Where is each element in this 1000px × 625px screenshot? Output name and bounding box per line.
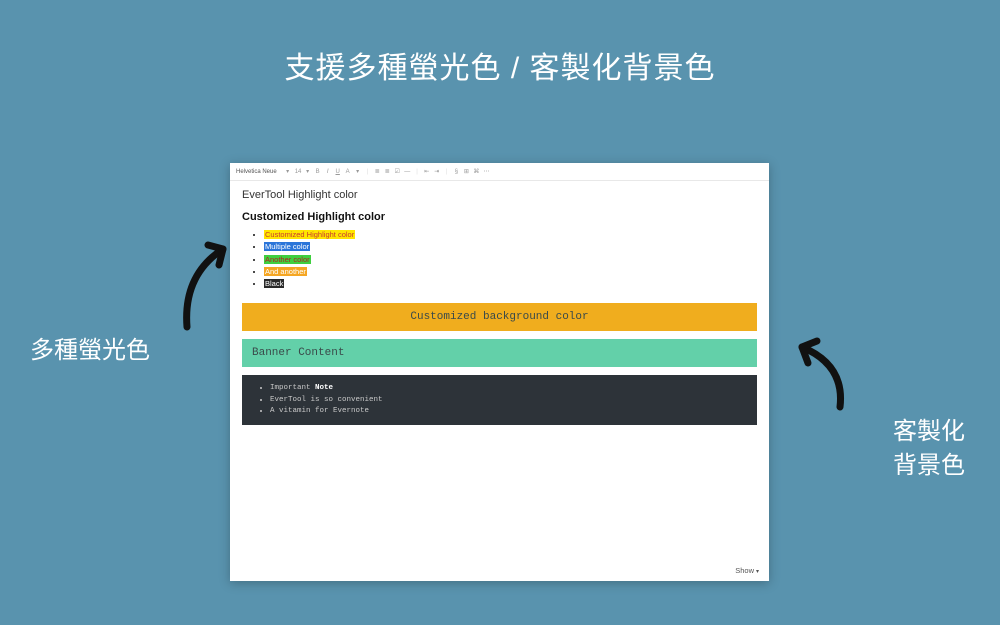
list-item: And another bbox=[264, 266, 757, 277]
numbered-list-icon[interactable]: ≣ bbox=[384, 163, 390, 181]
list-item: Customized Highlight color bbox=[264, 229, 757, 240]
document-title[interactable]: EverTool Highlight color bbox=[242, 189, 757, 201]
list-item: Black bbox=[264, 278, 757, 289]
highlight-list: Customized Highlight color Multiple color… bbox=[242, 229, 757, 289]
more-icon[interactable]: ⋯ bbox=[483, 163, 489, 181]
outdent-icon[interactable]: ⇤ bbox=[424, 163, 430, 181]
list-item: EverTool is so convenient bbox=[270, 395, 747, 406]
list-item: Another color bbox=[264, 254, 757, 265]
font-selector[interactable]: Helvetica Neue bbox=[236, 163, 277, 181]
arrow-left-icon bbox=[175, 235, 235, 335]
chevron-down-icon: ▾ bbox=[756, 569, 759, 575]
show-label: Show bbox=[735, 566, 754, 575]
headline: 支援多種螢光色 / 客製化背景色 bbox=[0, 43, 1000, 87]
checklist-icon[interactable]: ☑ bbox=[394, 163, 400, 181]
underline-icon[interactable]: U bbox=[335, 163, 341, 181]
callout-right-line2: 背景色 bbox=[893, 452, 965, 479]
list-item: Multiple color bbox=[264, 241, 757, 252]
editor-content: EverTool Highlight color Customized High… bbox=[230, 181, 769, 433]
dropdown-icon[interactable]: ▾ bbox=[285, 163, 291, 181]
dropdown-icon[interactable]: ▾ bbox=[305, 163, 311, 181]
highlighted-text: Multiple color bbox=[264, 242, 310, 251]
section-heading: Customized Highlight color bbox=[242, 211, 757, 223]
bold-icon[interactable]: B bbox=[315, 163, 321, 181]
callout-left: 多種螢光色 bbox=[30, 330, 150, 365]
callout-right-line1: 客製化 bbox=[893, 418, 965, 445]
indent-icon[interactable]: ⇥ bbox=[434, 163, 440, 181]
list-item: A vitamin for Evernote bbox=[270, 406, 747, 417]
italic-icon[interactable]: I bbox=[325, 163, 331, 181]
list-item: Important Note bbox=[270, 383, 747, 394]
highlighted-text: Another color bbox=[264, 255, 311, 264]
highlighted-text: And another bbox=[264, 267, 307, 276]
highlight-icon[interactable]: ▾ bbox=[355, 163, 361, 181]
highlighted-text: Customized Highlight color bbox=[264, 230, 355, 239]
table-icon[interactable]: ⊞ bbox=[463, 163, 469, 181]
color-icon[interactable]: A bbox=[345, 163, 351, 181]
highlighted-text: Black bbox=[264, 279, 284, 288]
arrow-right-icon bbox=[790, 335, 850, 415]
banner-customized-bg: Customized background color bbox=[242, 303, 757, 331]
dark-note-list: Important NoteEverTool is so convenientA… bbox=[242, 375, 757, 425]
hr-icon[interactable]: — bbox=[404, 163, 410, 181]
link-icon[interactable]: ⌘ bbox=[473, 163, 479, 181]
callout-right: 客製化 背景色 bbox=[893, 415, 965, 482]
show-toggle[interactable]: Show▾ bbox=[735, 566, 759, 575]
banner-content: Banner Content bbox=[242, 339, 757, 367]
attachment-icon[interactable]: § bbox=[453, 163, 459, 181]
editor-window: Helvetica Neue ▾ 14 ▾ B I U A ▾ | ≣ ≣ ☑ … bbox=[230, 163, 769, 581]
editor-toolbar: Helvetica Neue ▾ 14 ▾ B I U A ▾ | ≣ ≣ ☑ … bbox=[230, 163, 769, 181]
font-size[interactable]: 14 bbox=[295, 163, 301, 181]
list-icon[interactable]: ≣ bbox=[374, 163, 380, 181]
